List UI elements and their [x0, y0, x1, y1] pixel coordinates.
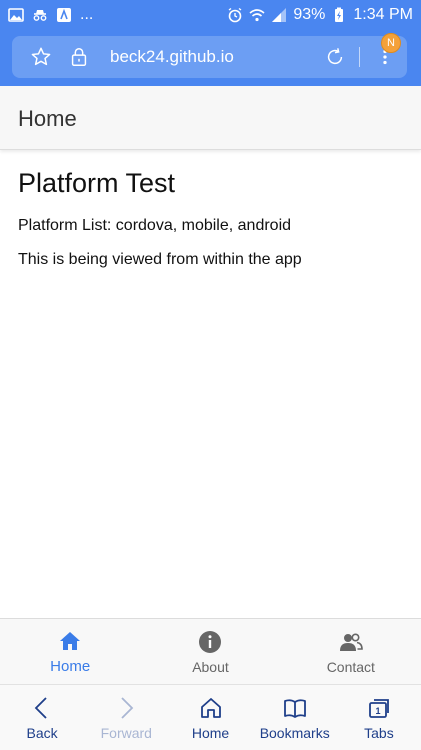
battery-charging-icon — [331, 7, 347, 23]
wifi-icon — [249, 7, 265, 23]
nav-label: Tabs — [364, 724, 394, 741]
bookmarks-icon — [282, 695, 308, 721]
status-left: ... — [8, 6, 93, 24]
viewed-message-text: This is being viewed from within the app — [18, 251, 302, 268]
alarm-icon — [227, 7, 243, 23]
contacts-icon — [338, 629, 364, 655]
tab-contact[interactable]: Contact — [281, 619, 421, 684]
svg-text:1: 1 — [375, 706, 380, 716]
tab-label: Home — [50, 658, 91, 675]
more-notifications: ... — [80, 6, 94, 23]
home-button[interactable]: Home — [168, 685, 252, 750]
bookmarks-button[interactable]: Bookmarks — [253, 685, 337, 750]
tab-label: About — [192, 658, 229, 675]
incognito-icon — [32, 7, 48, 23]
platform-list-text: Platform List: cordova, mobile, android — [18, 217, 292, 234]
reload-icon[interactable] — [324, 46, 346, 68]
home-outline-icon — [198, 695, 224, 721]
app-tab-bar: Home About Contact — [0, 618, 421, 684]
back-button[interactable]: Back — [0, 685, 84, 750]
tabs-button[interactable]: 1 Tabs — [337, 685, 421, 750]
tab-home[interactable]: Home — [0, 619, 140, 684]
signal-icon — [271, 7, 287, 23]
battery-percent: 93% — [293, 6, 326, 23]
content-heading: Platform Test — [18, 168, 176, 198]
address-bar[interactable]: beck24.github.io N — [12, 33, 407, 78]
clock: 1:34 PM — [353, 6, 413, 23]
status-bar: ... 93% 1:34 PM — [0, 0, 421, 30]
info-icon — [197, 629, 223, 655]
page-content: Platform Test Platform List: cordova, mo… — [18, 168, 408, 285]
url-text[interactable]: beck24.github.io — [110, 47, 234, 67]
gallery-icon — [8, 7, 24, 23]
app-notification-icon — [56, 7, 72, 23]
browser-bottom-nav: Back Forward Home Bookmarks 1 Tabs — [0, 684, 421, 750]
tab-about[interactable]: About — [140, 619, 280, 684]
status-right: 93% 1:34 PM — [227, 6, 413, 24]
lock-icon[interactable] — [68, 46, 90, 68]
nav-label: Forward — [100, 724, 152, 741]
forward-button[interactable]: Forward — [84, 685, 168, 750]
browser-toolbar: beck24.github.io N — [0, 30, 421, 86]
app-header: Home — [0, 86, 421, 150]
page-title: Home — [18, 106, 77, 131]
notification-badge[interactable]: N — [381, 33, 401, 53]
forward-icon — [113, 695, 139, 721]
home-icon — [57, 628, 83, 654]
star-icon[interactable] — [30, 46, 52, 68]
back-icon — [29, 695, 55, 721]
nav-label: Bookmarks — [259, 724, 330, 741]
nav-label: Back — [26, 724, 58, 741]
tab-label: Contact — [326, 658, 375, 675]
nav-label: Home — [191, 724, 230, 741]
tabs-icon: 1 — [366, 695, 392, 721]
toolbar-divider — [359, 47, 360, 67]
